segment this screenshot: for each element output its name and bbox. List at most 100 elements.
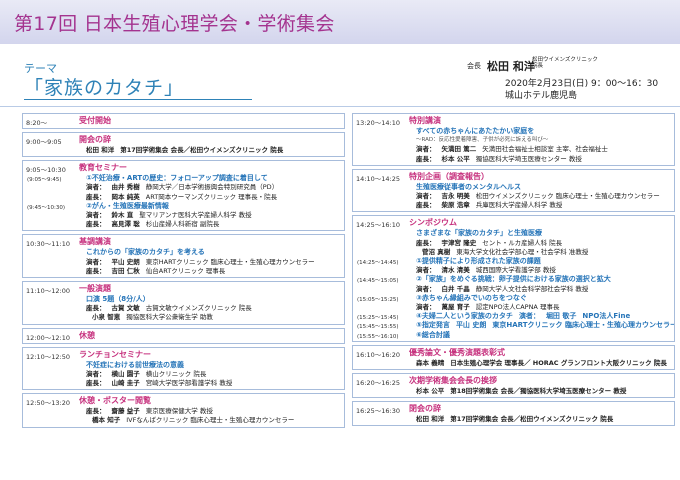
row-detail: 小泉 智恵 獨協医科大学公衆衛生学 助教 <box>86 313 219 322</box>
row-text: 第17回学術集会 会長／松田ウイメンズクリニック 院長 <box>450 415 614 424</box>
schedule-block: 12:10～12:50 ランチョンセミナー 不妊症における前世療法の意義 演者： 横山 … <box>22 346 345 391</box>
row-text: 演者： <box>86 210 106 219</box>
row-text: 演者： <box>86 257 106 266</box>
row-heading: 閉会の辞 <box>409 404 447 413</box>
row-detail: 座長： 杉本 公平 獨協医科大学埼玉医療センター 教授 <box>416 155 588 164</box>
row-heading: 特別企画（調査報告） <box>409 172 495 181</box>
row-text: 鈴木 直 <box>111 210 134 219</box>
row-text: 古賀文敏ウイメンズクリニック 院長 <box>145 304 252 313</box>
block-time: 12:50～13:20 <box>26 399 70 408</box>
row-text: セント・ルカ産婦人科 院長 <box>482 238 563 247</box>
row-subheading: ⑤指定発言 平山 史朗 東京HARTクリニック 臨床心理士・生殖心理カウンセラー <box>416 321 675 330</box>
row-detail: 演者： 由井 秀樹 静岡大学／日本学術振興会特別研究員（PD） <box>86 183 284 192</box>
row-text: 休憩 <box>79 330 95 340</box>
row-detail: 演者： 白井 千晶 静岡大学人文社会科学部社会学科 教授 <box>416 285 594 294</box>
sub-time: (14:25～14:45) <box>357 259 399 266</box>
row-detail: 演者： 平山 史朗 東京HARTクリニック 臨床心理士・生殖心理カウンセラー <box>86 258 321 267</box>
right-schedule-column: 13:20～14:10 特別講演すべての赤ちゃんにあたたかい家庭を ～RAD：反応性… <box>352 113 675 429</box>
theme-underline <box>24 99 252 100</box>
row-detail: 菅沼 真樹 東海大学文化社会学部心理・社会学科 准教授 <box>416 248 594 257</box>
row-text: 座長： <box>86 378 106 387</box>
row-text: 由井 秀樹 <box>111 183 140 192</box>
schedule-block: 12:50～13:20 休憩・ポスター閲覧座長： 齋藤 益子 東京医療保健大学 教授橋… <box>22 393 345 428</box>
organizer-affiliation: 松田ウイメンズクリニック 院長 <box>532 57 598 69</box>
row-text: 演者： <box>518 312 540 321</box>
row-text: 東海大学文化社会学部心理・社会学科 准教授 <box>456 247 589 256</box>
row-text: IVFなんばクリニック 臨床心理士・生殖心理カウンセラー <box>126 416 295 425</box>
row-text: ランチョンセミナー <box>79 349 151 359</box>
row-text: ①不妊治療・ARTの歴史：フォローアップ調査に着目して <box>86 174 268 183</box>
row-detail: 演者： 鈴木 直聖マリアンナ医科大学産婦人科学 教授 <box>86 211 258 220</box>
row-subheading: すべての赤ちゃんにあたたかい家庭を <box>416 127 540 136</box>
row-text: 矢満田 篤二 <box>441 145 477 154</box>
row-text: 小泉 智恵 <box>92 313 121 322</box>
row-heading: 次期学術集会会長の挨拶 <box>409 376 503 385</box>
row-text: 演者： <box>416 145 436 154</box>
row-text: 座長： <box>416 154 436 163</box>
row-text: 東京HARTクリニック 臨床心理士・生殖心理カウンセラー <box>492 321 675 330</box>
block-time: 10:30～11:10 <box>26 240 70 249</box>
sub-time: (15:55～16:10) <box>357 333 399 340</box>
row-text: 基調講演 <box>79 237 111 247</box>
row-text: ②がん・生殖医療最新情報 <box>86 201 169 210</box>
row-text: 座長： <box>86 407 106 416</box>
row-subheading: 生殖医療従事者のメンタルヘルス <box>416 183 527 192</box>
row-text: 座長： <box>86 266 106 275</box>
row-text: 静岡大学人文社会科学部社会学科 教授 <box>475 284 589 293</box>
row-text: 優秀論文・優秀演題表彰式 <box>409 347 505 357</box>
schedule-block: 14:25～16:10 シンポジウム さまざまな「家族のカタチ」と生殖医療 座長： 宇津… <box>352 215 675 342</box>
row-text: 演者： <box>416 191 436 200</box>
row-text: 演者： <box>416 266 436 275</box>
row-text: 座長： <box>86 220 106 229</box>
row-text: ART岡本ウーマンズクリニック 理事長・院長 <box>145 192 278 201</box>
event-venue: 城山ホテル鹿児島 <box>505 91 578 101</box>
schedule-block: 11:10～12:00 一般演題 口演 5題（8分/人） 座長： 古賀 文敏 古賀文敏ウイ… <box>22 280 345 325</box>
row-heading: 休憩 <box>79 331 101 340</box>
row-text: 山崎 圭子 <box>111 378 140 387</box>
row-subheading: これからの「家族のカタチ」を考える <box>86 248 211 257</box>
row-text: 清水 清美 <box>441 266 470 275</box>
row-text: 一般演題 <box>79 283 111 293</box>
row-text: 兵庫医科大学産婦人科学 教授 <box>475 201 563 210</box>
row-detail: 松田 和洋 第17回学術集会 会長／松田ウイメンズクリニック 院長 <box>86 146 289 155</box>
block-time: 9:00～9:05 <box>26 138 62 146</box>
row-text: 演者： <box>86 183 106 192</box>
row-detail: 杉本 公平 第18回学術集会 会長／獨協医科大学埼玉医療センター 教授 <box>416 387 632 396</box>
schedule-block: 12:00～12:10 休憩 <box>22 327 345 344</box>
row-text: 堀田 敬子 <box>545 312 577 321</box>
row-text: 杉本 公平 <box>441 154 470 163</box>
row-heading: 基調講演 <box>79 237 117 246</box>
row-detail: 森本 義晴 日本生殖心理学会 理事長／ HORAC グランフロント大阪クリニック … <box>416 359 673 368</box>
row-text: 杉本 公平 <box>416 386 445 395</box>
block-time: 16:25～16:30 <box>356 407 400 416</box>
organizer-name: 松田 和洋 <box>487 60 535 73</box>
organizer-role: 会長 <box>467 62 481 70</box>
row-text: 杉山産婦人科新宿 副院長 <box>145 220 220 229</box>
row-text: ～RAD：反応性愛着障害、子供が必死に訴える叫び～ <box>416 137 549 144</box>
row-text: 森本 義晴 <box>416 358 445 367</box>
block-time: 12:10～12:50 <box>26 352 70 361</box>
row-text: 吉永 明美 <box>441 191 470 200</box>
row-detail: 座長： 柴原 浩章 兵庫医科大学産婦人科学 教授 <box>416 201 568 210</box>
row-subheading: ②がん・生殖医療最新情報 <box>86 202 175 211</box>
row-subheading: さまざまな「家族のカタチ」と生殖医療 <box>416 229 548 238</box>
row-text: 松田ウイメンズクリニック 臨床心理士・生殖心理カウンセラー <box>475 191 660 200</box>
left-schedule-column: 8:20～ 受付開始 9:00～9:05 開会の辞 松田 和洋 第17回学術集会 会長／松… <box>22 113 345 431</box>
row-text: 受付開始 <box>79 116 111 125</box>
row-detail: 演者： 吉永 明美 松田ウイメンズクリニック 臨床心理士・生殖心理カウンセラー <box>416 192 666 201</box>
block-time: 11:10～12:00 <box>26 286 70 295</box>
row-text: 特別講演 <box>409 116 441 125</box>
block-time: 14:25～16:10 <box>356 221 400 230</box>
row-text: 平山 史朗 <box>455 321 487 330</box>
row-detail: 座長： 齋藤 益子 東京医療保健大学 教授 <box>86 407 219 416</box>
row-detail: 松田 和洋 第17回学術集会 会長／松田ウイメンズクリニック 院長 <box>416 415 619 424</box>
row-heading: 休憩・ポスター閲覧 <box>79 396 157 405</box>
row-text: 萬屋 育子 <box>441 302 470 311</box>
block-time: 13:20～14:10 <box>356 119 400 127</box>
row-detail: 座長： 岡本 純英 ART岡本ウーマンズクリニック 理事長・院長 <box>86 193 283 202</box>
row-detail: 演者： 清水 清美 城西国際大学看護学部 教授 <box>416 266 562 275</box>
row-detail: 演者： 萬屋 育子 認定NPO法人CAPNA 理事長 <box>416 303 565 312</box>
row-text: 獨協医科大学埼玉医療センター 教授 <box>475 154 582 163</box>
row-text: 宮崎大学医学部看護学科 教授 <box>145 378 233 387</box>
row-text: 橋本 知子 <box>92 416 121 425</box>
